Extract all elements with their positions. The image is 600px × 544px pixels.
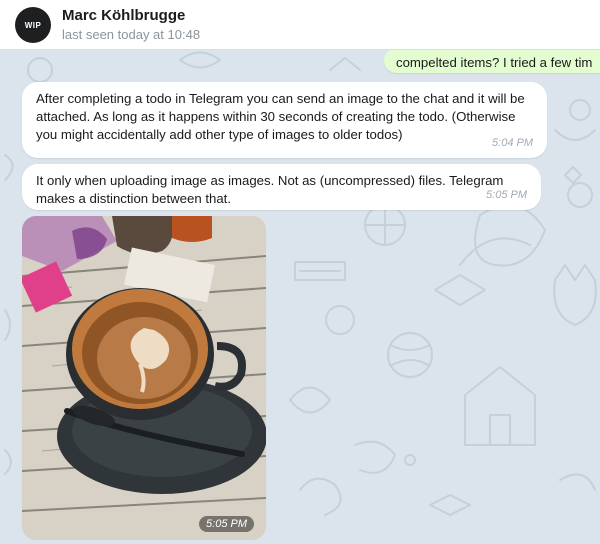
last-seen-status: last seen today at 10:48 (62, 27, 201, 42)
message-text: compelted items? I tried a few tim (396, 55, 593, 70)
avatar[interactable]: WIP (15, 7, 51, 43)
message-time: 5:04 PM (492, 137, 533, 149)
incoming-message[interactable]: After completing a todo in Telegram you … (22, 82, 547, 158)
message-time: 5:05 PM (486, 189, 527, 201)
photo-message[interactable]: 5:05 PM (22, 216, 266, 540)
coffee-photo (22, 216, 266, 540)
outgoing-message[interactable]: compelted items? I tried a few tim (384, 50, 600, 73)
incoming-message[interactable]: It only when uploading image as images. … (22, 164, 541, 210)
chat-header: WIP Marc Köhlbrugge last seen today at 1… (0, 0, 600, 50)
message-list[interactable]: compelted items? I tried a few tim After… (0, 50, 600, 544)
message-text: After completing a todo in Telegram you … (36, 91, 525, 142)
photo-time: 5:05 PM (199, 516, 254, 532)
contact-name[interactable]: Marc Köhlbrugge (62, 7, 185, 24)
message-text: It only when uploading image as images. … (36, 173, 504, 206)
